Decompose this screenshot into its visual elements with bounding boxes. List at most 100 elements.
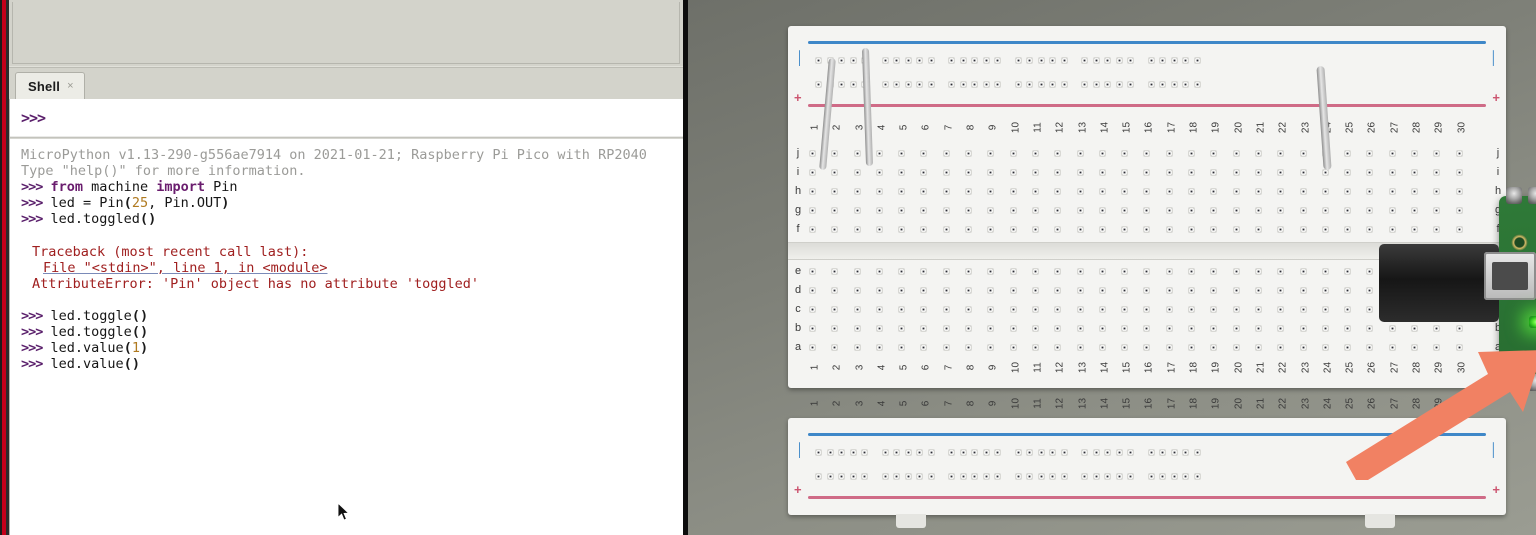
breadboard-hole <box>1278 288 1284 293</box>
column-number: 5 <box>898 400 910 407</box>
column-number: 20 <box>1233 361 1245 374</box>
pane-divider[interactable] <box>9 66 683 68</box>
breadboard-hole <box>1077 170 1083 175</box>
breadboard-hole <box>894 474 899 479</box>
breadboard-hole <box>1189 307 1195 312</box>
breadboard-hole <box>1322 307 1328 312</box>
column-number: 21 <box>1255 121 1267 134</box>
breadboard-hole <box>1077 269 1083 274</box>
breadboard-hole <box>905 474 911 479</box>
breadboard-hole <box>1166 208 1172 213</box>
breadboard-hole <box>1015 82 1021 87</box>
breadboard-hole <box>1160 58 1165 63</box>
rail-minus-left-bottom: │ <box>796 442 805 457</box>
breadboard-hole <box>1032 345 1038 350</box>
breadboard-hole <box>966 227 972 232</box>
shell-error-line: Traceback (most recent call last): <box>32 243 309 260</box>
breadboard-hole <box>1027 450 1032 455</box>
breadboard-hole <box>1122 151 1128 156</box>
mount-hole-left <box>1511 234 1528 251</box>
breadboard-foot-right <box>1365 514 1395 528</box>
breadboard-hole <box>1027 474 1032 479</box>
breadboard-hole <box>1099 151 1105 156</box>
breadboard-hole <box>1038 450 1044 455</box>
row-letter: j <box>796 147 800 159</box>
breadboard-hole <box>1300 307 1306 312</box>
breadboard-hole <box>850 82 856 87</box>
tab-shell[interactable]: Shell × <box>15 72 85 100</box>
shell-separator <box>10 136 683 139</box>
pin-header-top <box>1506 187 1536 204</box>
breadboard-hole <box>1456 227 1462 232</box>
breadboard-hole <box>983 450 989 455</box>
column-number: 22 <box>1277 397 1289 410</box>
breadboard-hole <box>1233 208 1239 213</box>
breadboard-hole <box>1278 345 1284 350</box>
breadboard-hole <box>1189 345 1195 350</box>
breadboard-hole <box>949 474 954 479</box>
editor-pane[interactable] <box>12 2 680 64</box>
breadboard-hole <box>832 227 838 232</box>
breadboard-hole <box>1099 227 1105 232</box>
breadboard-hole <box>1105 58 1110 63</box>
shell-panel[interactable]: >>> MicroPython v1.13-290-g556ae7914 on … <box>9 99 683 535</box>
breadboard-hole <box>943 170 949 175</box>
breadboard-hole <box>1105 82 1110 87</box>
breadboard-hole <box>1099 269 1105 274</box>
breadboard-hole <box>854 151 860 156</box>
breadboard-hole <box>1412 170 1418 175</box>
column-number: 5 <box>898 364 910 371</box>
onboard-green-led-lit <box>1529 316 1536 328</box>
breadboard-hole <box>1032 227 1038 232</box>
close-icon[interactable]: × <box>67 81 73 92</box>
matrix-upper <box>810 144 1479 239</box>
breadboard-hole <box>1077 189 1083 194</box>
micro-usb-cable <box>1379 244 1499 322</box>
micro-usb-port <box>1484 252 1536 300</box>
breadboard-hole <box>832 326 838 331</box>
column-number: 16 <box>1144 361 1156 374</box>
breadboard-hole <box>1148 82 1154 87</box>
breadboard-hole <box>1166 307 1172 312</box>
shell-input-line[interactable]: >>> <box>10 99 683 136</box>
breadboard-hole <box>943 288 949 293</box>
breadboard-hole <box>810 189 815 194</box>
column-number: 2 <box>831 400 843 407</box>
column-number: 8 <box>965 364 977 371</box>
rail-hole-group <box>949 58 1007 63</box>
column-number: 29 <box>1433 121 1445 134</box>
breadboard-hole <box>1322 170 1328 175</box>
breadboard-hole <box>1194 58 1200 63</box>
breadboard-hole <box>1233 269 1239 274</box>
breadboard-hole <box>1122 345 1128 350</box>
breadboard-hole <box>832 345 838 350</box>
breadboard-hole <box>1122 208 1128 213</box>
breadboard-hole <box>810 326 815 331</box>
breadboard-hole <box>1144 307 1150 312</box>
breadboard-hole <box>1300 326 1306 331</box>
breadboard-hole <box>1300 208 1306 213</box>
column-number: 17 <box>1166 397 1178 410</box>
column-number: 7 <box>943 364 955 371</box>
column-number: 9 <box>988 124 1000 131</box>
row-letter: e <box>794 265 802 277</box>
breadboard-hole <box>988 326 994 331</box>
breadboard-hole <box>1367 227 1373 232</box>
breadboard-hole <box>1082 474 1087 479</box>
breadboard-hole <box>960 450 966 455</box>
breadboard-hole <box>1278 189 1284 194</box>
breadboard-hole <box>1116 58 1122 63</box>
breadboard-hole <box>1278 151 1284 156</box>
breadboard-hole <box>1345 189 1351 194</box>
breadboard-hole <box>988 208 994 213</box>
breadboard-hole <box>1255 208 1261 213</box>
panel-divider-vertical[interactable] <box>683 0 688 535</box>
breadboard-hole <box>1015 450 1021 455</box>
breadboard-hole <box>905 82 911 87</box>
rail-holes-top-row2 <box>816 82 1215 87</box>
breadboard-hole <box>839 82 844 87</box>
breadboard-hole <box>1189 151 1195 156</box>
breadboard-hole <box>1278 227 1284 232</box>
breadboard-hole <box>1194 82 1200 87</box>
breadboard-hole <box>1027 58 1032 63</box>
